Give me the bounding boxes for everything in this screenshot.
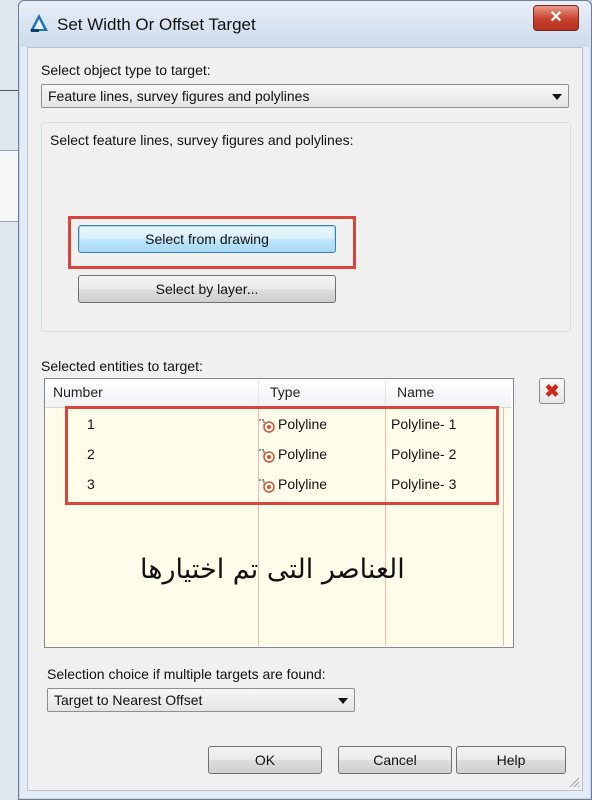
window-title: Set Width Or Offset Target bbox=[57, 15, 256, 34]
entities-label: Selected entities to target: bbox=[41, 358, 203, 374]
selection-choice-label: Selection choice if multiple targets are… bbox=[47, 666, 326, 682]
object-type-dropdown[interactable]: Feature lines, survey figures and polyli… bbox=[41, 84, 569, 108]
selection-choice-dropdown[interactable]: Target to Nearest Offset bbox=[47, 688, 355, 712]
object-type-label: Select object type to target: bbox=[41, 62, 211, 78]
column-header-number[interactable]: Number bbox=[53, 384, 103, 400]
column-separator[interactable] bbox=[515, 381, 516, 405]
close-icon: ✕ bbox=[549, 9, 563, 26]
select-by-layer-button[interactable]: Select by layer... bbox=[78, 275, 336, 303]
selected-entities-list[interactable]: Number Type Name 1 Polyline Polyline- 1 … bbox=[44, 378, 516, 648]
autocad-app-icon bbox=[30, 14, 48, 32]
dialog-body: Select object type to target: Feature li… bbox=[27, 47, 583, 791]
dropdown-arrow-icon bbox=[552, 94, 562, 100]
delete-entity-button[interactable]: ✖ bbox=[539, 378, 565, 404]
set-width-offset-target-dialog: Set Width Or Offset Target ✕ Select obje… bbox=[18, 0, 592, 800]
ok-button[interactable]: OK bbox=[208, 746, 322, 774]
column-header-name[interactable]: Name bbox=[397, 384, 434, 400]
help-button[interactable]: Help bbox=[456, 746, 566, 774]
dropdown-arrow-icon bbox=[338, 698, 348, 704]
title-bar[interactable]: Set Width Or Offset Target ✕ bbox=[19, 1, 591, 47]
column-header-type[interactable]: Type bbox=[270, 384, 300, 400]
list-header: Number Type Name bbox=[45, 379, 516, 408]
list-body: 1 Polyline Polyline- 1 2 Polyline Polyli… bbox=[45, 406, 511, 646]
delete-icon: ✖ bbox=[544, 381, 560, 401]
highlight-box-rows bbox=[65, 406, 499, 505]
column-separator[interactable] bbox=[258, 381, 259, 405]
select-from-drawing-button[interactable]: Select from drawing bbox=[78, 225, 336, 253]
cancel-button[interactable]: Cancel bbox=[338, 746, 452, 774]
resize-grip-icon[interactable] bbox=[568, 776, 580, 788]
selection-choice-value: Target to Nearest Offset bbox=[54, 692, 203, 708]
column-separator[interactable] bbox=[385, 381, 386, 405]
select-group-label: Select feature lines, survey figures and… bbox=[50, 132, 354, 148]
object-type-value: Feature lines, survey figures and polyli… bbox=[48, 88, 310, 104]
close-button[interactable]: ✕ bbox=[533, 5, 579, 31]
arabic-annotation: العناصر التى تم اختيارها bbox=[140, 554, 405, 585]
